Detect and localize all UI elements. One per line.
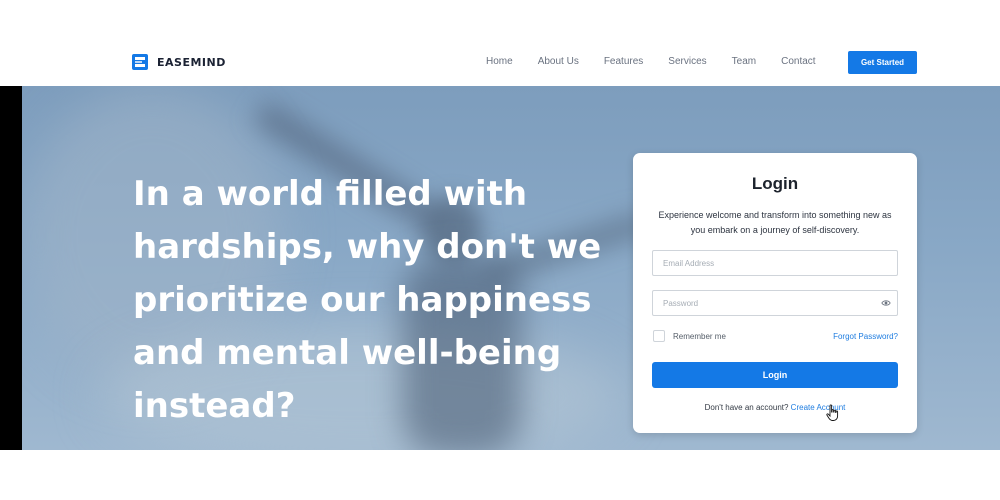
headline-line: In a world filled with (133, 174, 528, 214)
remember-me-label: Remember me (673, 331, 726, 341)
email-field (652, 250, 898, 276)
headline-line: prioritize our happiness (133, 280, 592, 320)
login-card: Login Experience welcome and transform i… (633, 153, 917, 433)
screen: EASEMIND Home About Us Features Services… (0, 0, 1000, 500)
email-input[interactable] (653, 251, 863, 275)
nav-link-home[interactable]: Home (486, 56, 513, 67)
get-started-button[interactable]: Get Started (848, 51, 917, 74)
brand[interactable]: EASEMIND (132, 54, 226, 70)
password-field (652, 290, 898, 316)
eye-icon[interactable] (881, 298, 891, 308)
signup-prompt: Don't have an account? Create Account (633, 403, 917, 412)
headline-line: instead? (133, 386, 296, 426)
nav-link-features[interactable]: Features (604, 56, 643, 67)
forgot-password-link[interactable]: Forgot Password? (833, 332, 898, 341)
nav-link-contact[interactable]: Contact (781, 56, 815, 67)
remember-me: Remember me (653, 330, 726, 342)
headline-line: hardships, why don't we (133, 227, 602, 267)
brand-name: EASEMIND (157, 55, 226, 69)
nav-link-about-us[interactable]: About Us (538, 56, 579, 67)
login-subtitle: Experience welcome and transform into so… (658, 210, 892, 235)
easemind-logo-icon (132, 54, 148, 70)
signup-prompt-text: Don't have an account? (704, 403, 789, 412)
nav-links: Home About Us Features Services Team Con… (486, 56, 841, 67)
nav-link-team[interactable]: Team (732, 56, 756, 67)
headline-line: and mental well-being (133, 333, 562, 373)
login-title: Login (751, 174, 799, 193)
password-input[interactable] (653, 291, 863, 315)
hand-pointer-cursor-icon (826, 404, 839, 421)
top-navbar: EASEMIND Home About Us Features Services… (0, 40, 1000, 86)
left-edge-bar (0, 50, 22, 450)
nav-link-services[interactable]: Services (668, 56, 706, 67)
remember-me-checkbox[interactable] (653, 330, 665, 342)
login-button[interactable]: Login (652, 362, 898, 388)
hero-headline: In a world filled with hardships, why do… (133, 168, 603, 433)
